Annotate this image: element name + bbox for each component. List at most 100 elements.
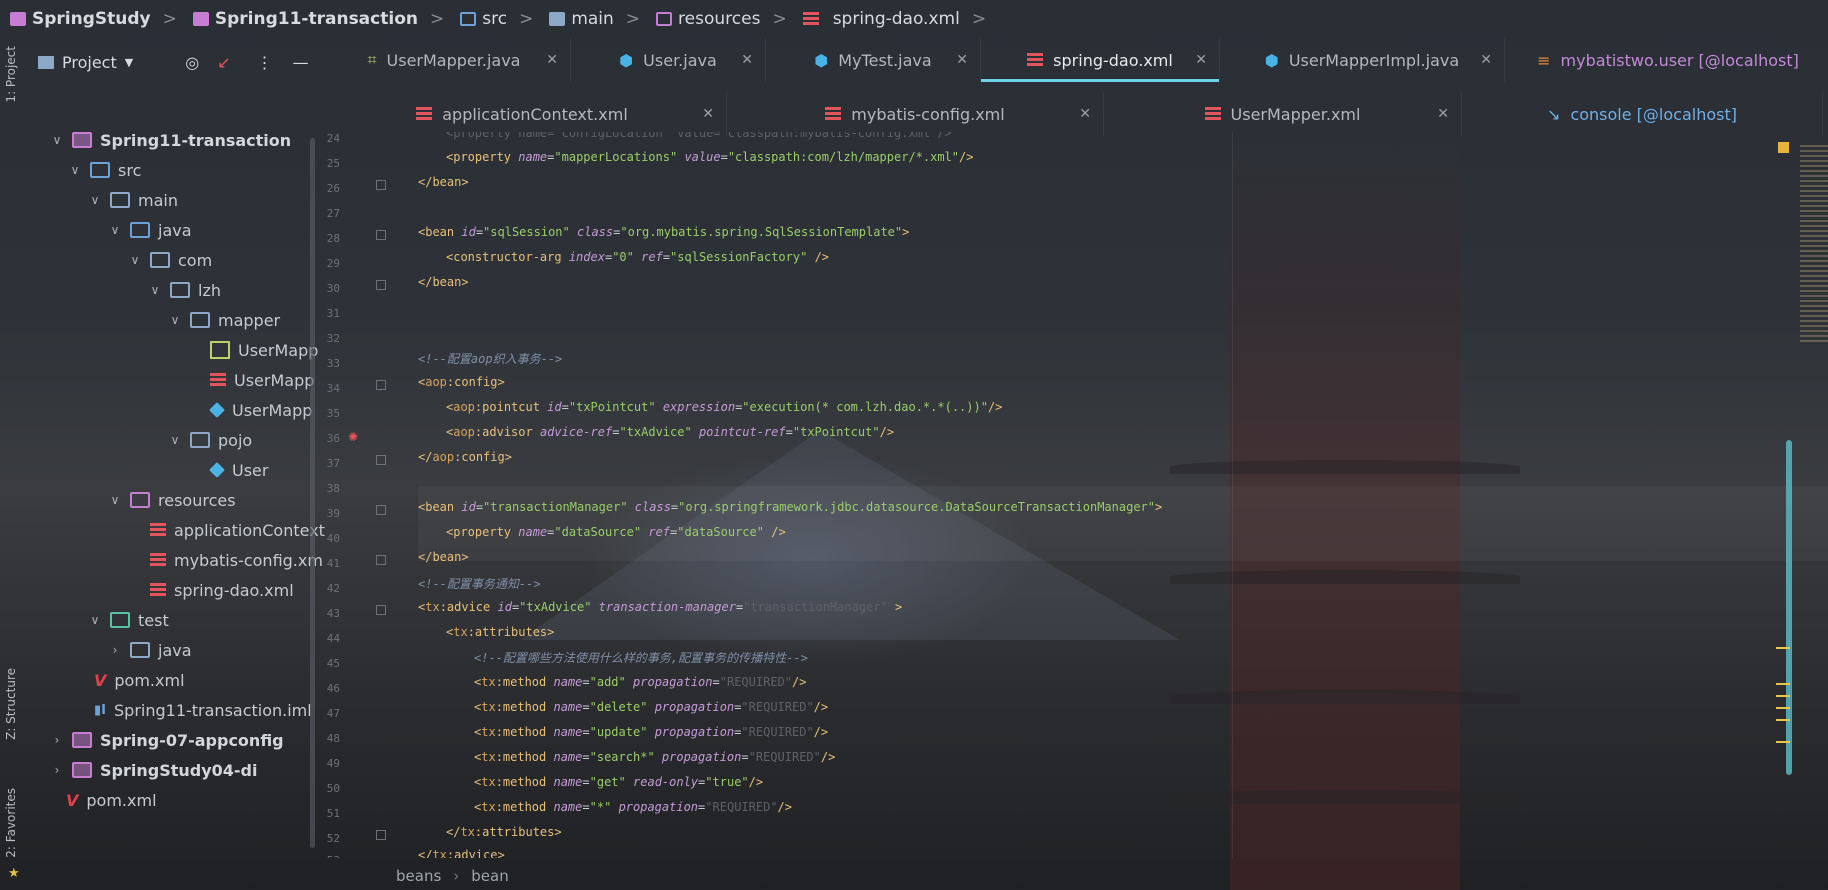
fold-marker-icon[interactable]	[376, 605, 386, 615]
project-tool-button[interactable]: 1: Project	[4, 46, 18, 103]
breadcrumb-item[interactable]: spring-dao.xml >	[802, 9, 992, 29]
code-line-46: <tx:method name="add" propagation="REQUI…	[474, 675, 807, 689]
tree-item-spring-dao[interactable]: spring-dao.xml	[150, 575, 294, 605]
tree-item-resources[interactable]: ∨ resources	[108, 485, 236, 515]
project-view-selector[interactable]: Project	[62, 53, 117, 72]
chevron-down-icon[interactable]: ∨	[168, 313, 182, 327]
tree-item-mapper[interactable]: ∨ mapper	[168, 305, 281, 335]
close-icon[interactable]: ✕	[1480, 52, 1492, 68]
tab-usermapper-java[interactable]: ⌗ UserMapper.java ✕	[318, 38, 571, 82]
tree-item-mybatis-config[interactable]: mybatis-config.xm	[150, 545, 323, 575]
tree-item-iml[interactable]: ▮I Spring11-transaction.iml	[94, 695, 312, 725]
tab-mytest-java[interactable]: ⬢ MyTest.java ✕	[766, 38, 981, 82]
tree-item-applicationcontext[interactable]: applicationContext	[150, 515, 325, 545]
tree-item-pojo[interactable]: ∨ pojo	[168, 425, 253, 455]
structure-tool-button[interactable]: Z: Structure	[4, 668, 18, 740]
inspection-warning-icon[interactable]	[1778, 142, 1789, 153]
fold-marker-icon[interactable]	[376, 280, 386, 290]
status-crumb-beans[interactable]: beans	[396, 867, 441, 885]
hide-panel-icon[interactable]: —	[293, 53, 309, 72]
chevron-down-icon[interactable]: ∨	[88, 613, 102, 627]
tree-item-root-pom[interactable]: Vpom.xml	[66, 785, 157, 815]
tab-console-localhost[interactable]: ↘ console [@localhost]	[1462, 92, 1823, 136]
tree-item-usermapper-xml[interactable]: UserMapp	[210, 365, 314, 395]
tab-usermapperimpl-java[interactable]: ⬢ UserMapperImpl.java ✕	[1220, 38, 1505, 82]
warning-marker[interactable]	[1776, 741, 1790, 743]
close-icon[interactable]: ✕	[1195, 52, 1207, 68]
close-icon[interactable]: ✕	[741, 52, 753, 68]
chevron-down-icon[interactable]: ∨	[148, 283, 162, 297]
chevron-down-icon[interactable]: ∨	[68, 163, 82, 177]
fold-marker-icon[interactable]	[376, 380, 386, 390]
favorites-tool-button[interactable]: 2: Favorites	[4, 788, 18, 858]
collapse-icon[interactable]: ↙	[217, 53, 230, 72]
fold-marker-icon[interactable]	[376, 555, 386, 565]
warning-marker[interactable]	[1776, 683, 1790, 685]
tree-item-com[interactable]: ∨ com	[128, 245, 213, 275]
breadcrumb-item[interactable]: resources >	[656, 9, 793, 29]
tree-item-springstudy04[interactable]: › SpringStudy04-di	[50, 755, 258, 785]
code-line-24: <property name="configLocation" value="c…	[446, 132, 952, 140]
tree-item-main[interactable]: ∨ main	[88, 185, 178, 215]
chevron-down-icon[interactable]: ∨	[128, 253, 142, 267]
locate-icon[interactable]: ◎	[185, 53, 199, 72]
status-crumb-bean[interactable]: bean	[471, 867, 508, 885]
editor-scrollbar[interactable]	[1786, 440, 1792, 775]
fold-marker-icon[interactable]	[376, 230, 386, 240]
breadcrumb-item[interactable]: SpringStudy >	[10, 9, 183, 29]
tree-item-pom[interactable]: Vpom.xml	[94, 665, 185, 695]
folder-icon	[190, 312, 210, 328]
chevron-down-icon[interactable]: ▼	[125, 56, 133, 69]
close-icon[interactable]: ✕	[702, 106, 714, 122]
tree-item-spring11-transaction[interactable]: ∨ Spring11-transaction	[50, 125, 292, 155]
breadcrumb-item[interactable]: src >	[460, 9, 539, 29]
tab-usermapper-xml[interactable]: UserMapper.xml ✕	[1104, 92, 1462, 136]
aop-gutter-icon[interactable]: ✺	[348, 430, 358, 444]
tab-spring-dao-xml[interactable]: spring-dao.xml ✕	[981, 38, 1220, 82]
tree-item-usermapper-impl[interactable]: UserMapp	[209, 395, 312, 425]
tree-item-lzh[interactable]: ∨ lzh	[148, 275, 221, 305]
breadcrumb-item[interactable]: main >	[549, 9, 646, 29]
tab-mybatis-config-xml[interactable]: mybatis-config.xml ✕	[727, 92, 1104, 136]
folder-icon	[170, 282, 190, 298]
warning-marker[interactable]	[1776, 647, 1790, 649]
chevron-down-icon[interactable]: ∨	[108, 223, 122, 237]
fold-marker-icon[interactable]	[376, 180, 386, 190]
fold-marker-icon[interactable]	[376, 455, 386, 465]
tree-item-test-java[interactable]: › java	[108, 635, 192, 665]
close-icon[interactable]: ✕	[1079, 106, 1091, 122]
close-icon[interactable]: ✕	[1437, 106, 1449, 122]
chevron-right-icon[interactable]: ›	[108, 643, 122, 657]
tree-item-usermapper-interface[interactable]: UserMapp	[210, 335, 318, 365]
tree-item-spring07[interactable]: › Spring-07-appconfig	[50, 725, 284, 755]
fold-marker-icon[interactable]	[376, 830, 386, 840]
fold-marker-icon[interactable]	[376, 505, 386, 515]
tab-user-java[interactable]: ⬢ User.java ✕	[571, 38, 766, 82]
close-icon[interactable]: ✕	[546, 52, 558, 68]
chevron-down-icon[interactable]: ∨	[168, 433, 182, 447]
chevron-right-icon[interactable]: ›	[50, 733, 64, 747]
tab-label: spring-dao.xml	[1053, 50, 1173, 70]
chevron-down-icon[interactable]: ∨	[88, 193, 102, 207]
tab-mybatistwo-user[interactable]: ≡ mybatistwo.user [@localhost]	[1505, 38, 1828, 82]
tree-item-test[interactable]: ∨ test	[88, 605, 169, 635]
tree-item-java[interactable]: ∨ java	[108, 215, 192, 245]
tree-item-src[interactable]: ∨ src	[68, 155, 142, 185]
tab-label: UserMapper.java	[386, 50, 521, 70]
chevron-right-icon[interactable]: ›	[50, 763, 64, 777]
close-icon[interactable]: ✕	[956, 52, 968, 68]
tree-item-user[interactable]: User	[209, 455, 268, 485]
more-options-icon[interactable]: ⋮	[257, 53, 273, 72]
warning-marker[interactable]	[1776, 719, 1790, 721]
warning-marker[interactable]	[1776, 707, 1790, 709]
panel-scrollbar[interactable]	[310, 138, 315, 848]
line-number: 33	[326, 357, 340, 370]
code-editor[interactable]: 24 25 26 27 28 29 30 31 32 33 34 35 36 3…	[318, 132, 1828, 858]
warning-marker[interactable]	[1776, 695, 1790, 697]
code-minimap[interactable]	[1800, 145, 1828, 345]
chevron-down-icon[interactable]: ∨	[50, 133, 64, 147]
tab-applicationcontext-xml[interactable]: applicationContext.xml ✕	[318, 92, 727, 136]
breadcrumb-item[interactable]: Spring11-transaction >	[192, 9, 450, 29]
chevron-down-icon[interactable]: ∨	[108, 493, 122, 507]
line-number: 24	[326, 132, 340, 145]
